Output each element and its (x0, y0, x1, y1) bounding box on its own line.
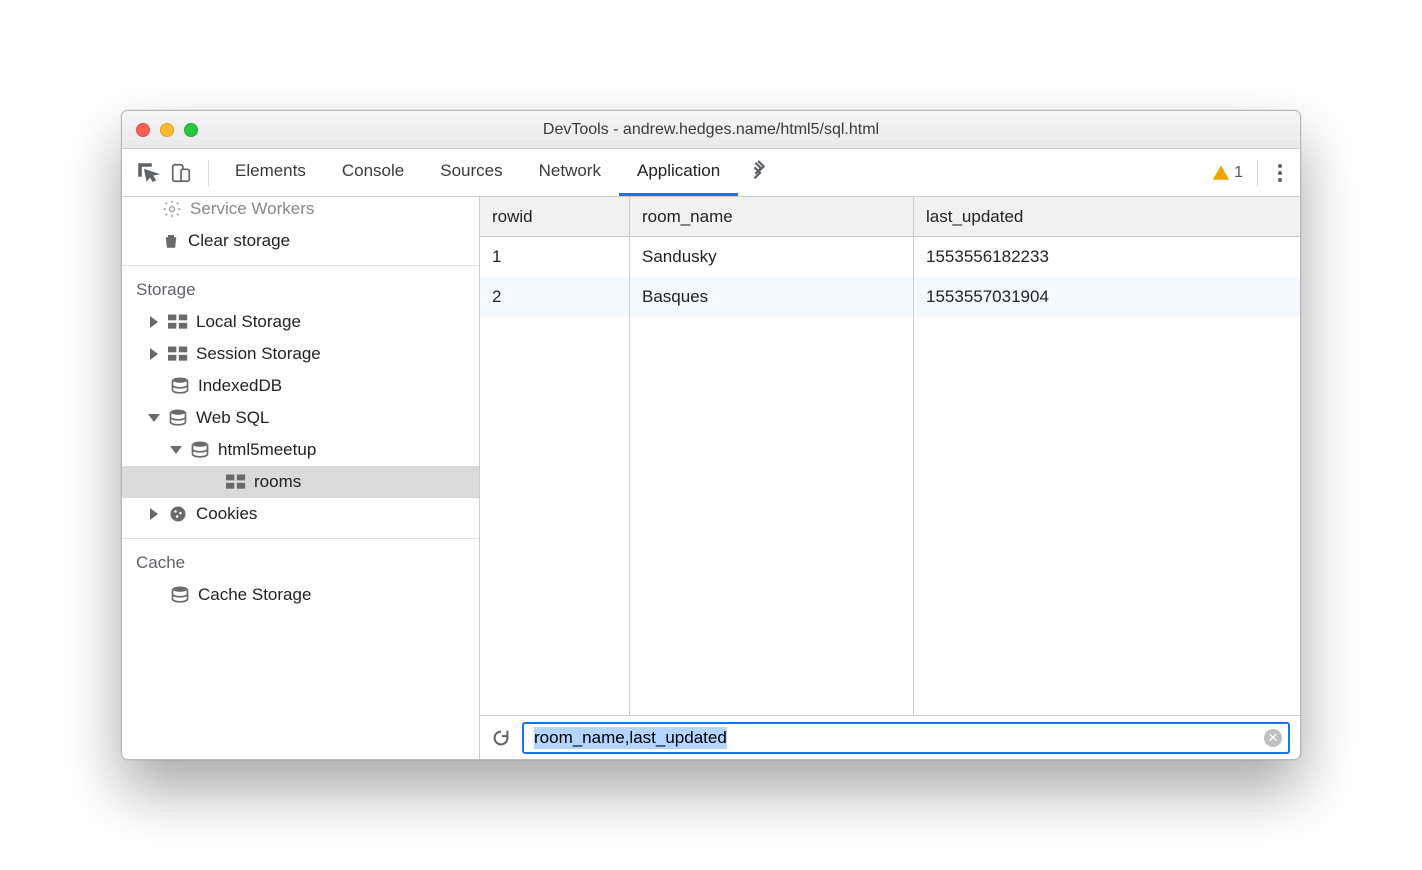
sidebar-item-label: Cache Storage (198, 585, 311, 605)
cell: Sandusky (630, 237, 914, 277)
sidebar-item-session-storage[interactable]: Session Storage (122, 338, 479, 370)
table-header-row: rowid room_name last_updated (480, 197, 1300, 237)
column-header[interactable]: room_name (630, 197, 914, 236)
storage-grid-icon (168, 314, 188, 330)
database-icon (170, 585, 190, 605)
section-storage-header: Storage (122, 265, 479, 306)
cell: 1553556182233 (914, 237, 1300, 277)
sidebar-item-label: Session Storage (196, 344, 321, 364)
main-panel: rowid room_name last_updated 1 Sandusky … (480, 197, 1300, 759)
data-table: rowid room_name last_updated 1 Sandusky … (480, 197, 1300, 715)
section-cache-header: Cache (122, 538, 479, 579)
devtools-tabbar: Elements Console Sources Network Applica… (122, 149, 1300, 197)
cookie-icon (168, 504, 188, 524)
warnings-badge[interactable]: 1 (1206, 164, 1249, 182)
table-body: 1 Sandusky 1553556182233 2 Basques 15535… (480, 237, 1300, 715)
database-icon (170, 376, 190, 396)
sidebar-item-local-storage[interactable]: Local Storage (122, 306, 479, 338)
settings-menu-button[interactable] (1266, 164, 1294, 182)
database-icon (168, 408, 188, 428)
tab-sources[interactable]: Sources (422, 149, 520, 196)
sidebar-item-label: Service Workers (190, 199, 314, 219)
refresh-button[interactable] (490, 727, 512, 749)
content-area: Service Workers Clear storage Storage Lo… (122, 197, 1300, 759)
sidebar-item-rooms[interactable]: rooms (122, 466, 479, 498)
titlebar: DevTools - andrew.hedges.name/html5/sql.… (122, 111, 1300, 149)
sidebar-item-label: Cookies (196, 504, 257, 524)
sidebar-item-label: Clear storage (188, 231, 290, 251)
sidebar-item-label: rooms (254, 472, 301, 492)
table-row[interactable]: 2 Basques 1553557031904 (480, 277, 1300, 317)
zoom-window-button[interactable] (184, 123, 198, 137)
table-row[interactable]: 1 Sandusky 1553556182233 (480, 237, 1300, 277)
sidebar-item-cookies[interactable]: Cookies (122, 498, 479, 530)
devtools-window: DevTools - andrew.hedges.name/html5/sql.… (121, 110, 1301, 760)
caret-icon (150, 508, 158, 520)
sidebar-item-label: IndexedDB (198, 376, 282, 396)
caret-icon (150, 316, 158, 328)
tab-elements[interactable]: Elements (217, 149, 324, 196)
sidebar-item-websql[interactable]: Web SQL (122, 402, 479, 434)
sidebar-item-indexeddb[interactable]: IndexedDB (122, 370, 479, 402)
gear-icon (162, 199, 182, 219)
cell: 1 (480, 237, 630, 277)
tab-network[interactable]: Network (521, 149, 619, 196)
panel-tabs: Elements Console Sources Network Applica… (217, 149, 780, 196)
database-icon (190, 440, 210, 460)
inspect-element-icon[interactable] (136, 161, 160, 185)
window-title: DevTools - andrew.hedges.name/html5/sql.… (122, 121, 1300, 139)
sidebar-item-cache-storage[interactable]: Cache Storage (122, 579, 479, 611)
column-header[interactable]: rowid (480, 197, 630, 236)
trash-icon (162, 231, 180, 251)
sidebar-item-label: html5meetup (218, 440, 316, 460)
window-controls (136, 123, 198, 137)
divider (208, 160, 209, 186)
sidebar-item-label: Web SQL (196, 408, 269, 428)
sql-query-input-wrap[interactable]: room_name,last_updated ✕ (522, 722, 1290, 754)
sidebar-item-html5meetup[interactable]: html5meetup (122, 434, 479, 466)
close-window-button[interactable] (136, 123, 150, 137)
device-toggle-icon[interactable] (170, 161, 192, 185)
cell: Basques (630, 277, 914, 317)
table-grid-icon (226, 474, 246, 490)
cell: 2 (480, 277, 630, 317)
application-sidebar: Service Workers Clear storage Storage Lo… (122, 197, 480, 759)
tab-console[interactable]: Console (324, 149, 422, 196)
sidebar-item-label: Local Storage (196, 312, 301, 332)
tab-application[interactable]: Application (619, 149, 738, 196)
column-header[interactable]: last_updated (914, 197, 1300, 236)
caret-icon (148, 414, 160, 422)
cell: 1553557031904 (914, 277, 1300, 317)
sidebar-item-service-workers[interactable]: Service Workers (122, 197, 479, 225)
sql-query-input[interactable]: room_name,last_updated (534, 727, 727, 749)
bottom-toolbar: room_name,last_updated ✕ (480, 715, 1300, 759)
minimize-window-button[interactable] (160, 123, 174, 137)
divider (1257, 160, 1258, 186)
warning-icon (1212, 164, 1230, 182)
caret-icon (170, 446, 182, 454)
warning-count: 1 (1234, 164, 1243, 182)
more-tabs-button[interactable] (738, 149, 780, 196)
storage-grid-icon (168, 346, 188, 362)
sidebar-item-clear-storage[interactable]: Clear storage (122, 225, 479, 257)
clear-input-button[interactable]: ✕ (1264, 729, 1282, 747)
caret-icon (150, 348, 158, 360)
